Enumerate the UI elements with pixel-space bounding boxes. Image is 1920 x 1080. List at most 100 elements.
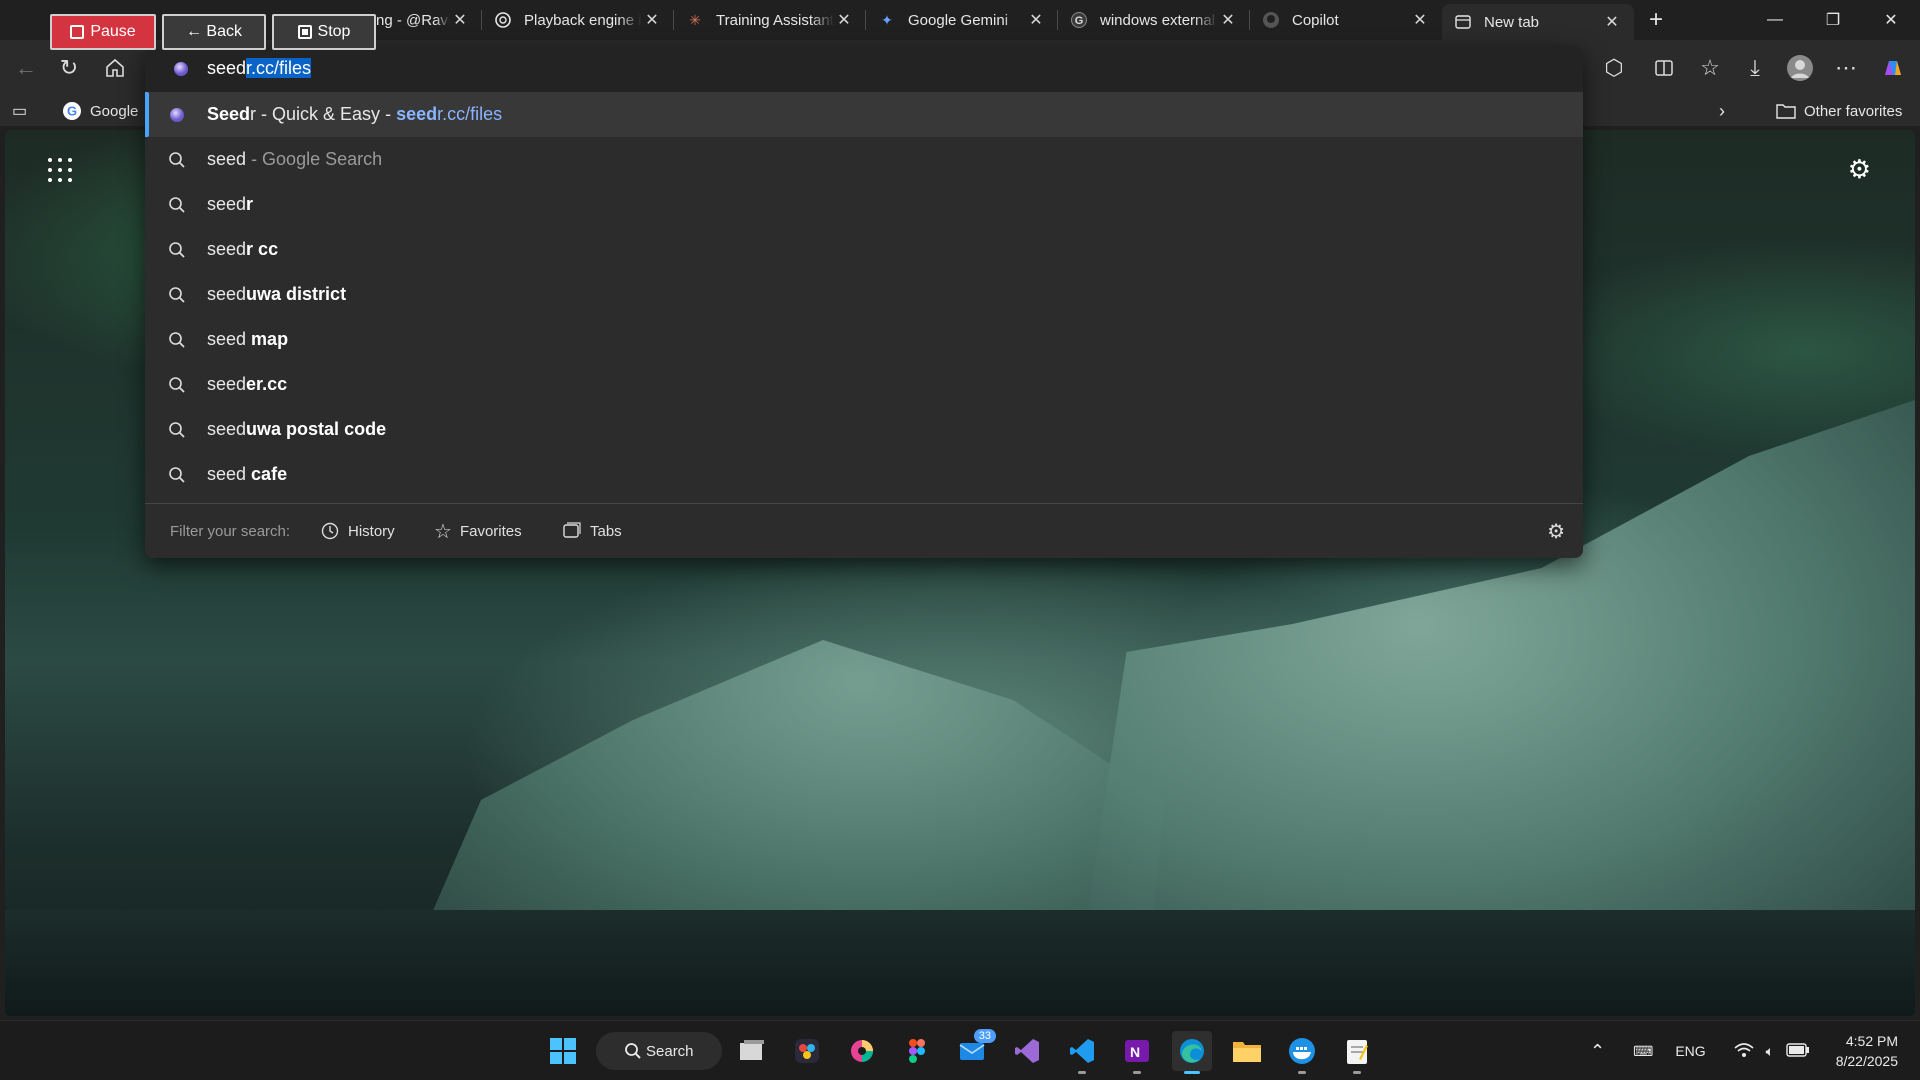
close-window-button[interactable]: ✕ bbox=[1862, 0, 1920, 40]
tab-playback-engine[interactable]: Playback engine i ✕ bbox=[482, 0, 674, 40]
minimize-button[interactable]: — bbox=[1746, 0, 1804, 40]
taskbar-vscode[interactable] bbox=[1062, 1031, 1102, 1074]
profile-button[interactable] bbox=[1784, 52, 1816, 84]
tab-windows-external[interactable]: G windows external ✕ bbox=[1058, 0, 1250, 40]
taskbar-task-view[interactable] bbox=[732, 1031, 772, 1071]
folder-icon bbox=[1776, 104, 1796, 119]
split-screen-button[interactable] bbox=[1648, 52, 1680, 84]
taskbar-mail[interactable]: 33 bbox=[952, 1029, 996, 1071]
github-icon bbox=[1262, 11, 1280, 29]
search-icon bbox=[165, 418, 189, 442]
tab-title: Playback engine i bbox=[524, 11, 642, 29]
favorite-google[interactable]: G Google bbox=[62, 101, 138, 121]
suggestion-text: Seedr - Quick & Easy - seedr.cc/files bbox=[207, 104, 503, 124]
search-settings-gear-icon[interactable]: ⚙ bbox=[1547, 519, 1565, 544]
home-button[interactable] bbox=[99, 52, 131, 84]
search-icon bbox=[165, 193, 189, 217]
tab-actions-button[interactable]: ▭ bbox=[12, 101, 27, 121]
show-hidden-icons-chevron-up-icon[interactable]: ⌃ bbox=[1590, 1041, 1605, 1062]
taskbar-visual-studio[interactable] bbox=[1007, 1031, 1047, 1071]
tab-new-tab[interactable]: New tab ✕ bbox=[1442, 4, 1634, 40]
keyboard-icon[interactable]: ⌨ bbox=[1633, 1043, 1653, 1060]
tab-google-gemini[interactable]: ✦ Google Gemini ✕ bbox=[866, 0, 1058, 40]
suggestion-search[interactable]: seedr cc bbox=[145, 227, 1583, 272]
close-icon[interactable]: ✕ bbox=[642, 10, 662, 30]
back-nav-button[interactable]: ← bbox=[10, 52, 42, 84]
wifi-icon[interactable] bbox=[1734, 1042, 1754, 1061]
newtab-icon bbox=[1454, 13, 1472, 31]
copilot-button[interactable] bbox=[1876, 52, 1908, 84]
taskbar-figma[interactable] bbox=[897, 1031, 937, 1071]
battery-icon[interactable] bbox=[1786, 1042, 1810, 1060]
more-menu-button[interactable]: ⋯ bbox=[1830, 52, 1862, 84]
stop-icon bbox=[297, 25, 312, 39]
downloads-button[interactable]: ⤓ bbox=[1739, 52, 1771, 84]
tab-copilot[interactable]: Copilot ✕ bbox=[1250, 0, 1442, 40]
taskbar-edge[interactable] bbox=[1172, 1031, 1212, 1074]
suggestion-search[interactable]: seedr bbox=[145, 182, 1583, 227]
search-icon bbox=[165, 328, 189, 352]
task-view-icon bbox=[740, 1040, 764, 1060]
tab-x-ravin[interactable]: ng - @Ravin ✕ bbox=[372, 0, 482, 40]
background-image bbox=[420, 640, 1165, 940]
address-bar-dropdown: seedr.cc/files Seedr - Quick & Easy - se… bbox=[145, 46, 1583, 558]
filter-history[interactable]: History bbox=[320, 521, 395, 541]
page-settings-gear-icon[interactable]: ⚙ bbox=[1848, 154, 1871, 185]
refresh-button[interactable]: ↻ bbox=[53, 52, 85, 84]
app-launcher-icon[interactable] bbox=[48, 158, 72, 182]
close-icon[interactable]: ✕ bbox=[450, 10, 470, 30]
back-label: ← Back bbox=[185, 23, 242, 40]
suggestion-search[interactable]: seeduwa district bbox=[145, 272, 1583, 317]
new-tab-button[interactable]: + bbox=[1634, 0, 1678, 40]
pause-button[interactable]: Pause bbox=[50, 14, 156, 50]
favorites-button[interactable]: ☆ bbox=[1694, 52, 1726, 84]
taskbar-docker[interactable] bbox=[1282, 1031, 1322, 1074]
filter-favorites[interactable]: ☆ Favorites bbox=[434, 519, 522, 544]
folder-icon bbox=[1233, 1042, 1261, 1062]
taskbar-davinci[interactable] bbox=[787, 1031, 827, 1071]
taskbar-notepad[interactable] bbox=[1337, 1031, 1377, 1074]
start-button[interactable] bbox=[543, 1031, 583, 1071]
favorites-overflow-button[interactable]: › bbox=[1719, 101, 1725, 122]
close-icon[interactable]: ✕ bbox=[1410, 10, 1430, 30]
suggestion-text: seeder.cc bbox=[207, 374, 288, 394]
suggestion-search[interactable]: seed cafe bbox=[145, 452, 1583, 497]
recorder-controls: Pause ← Back Stop bbox=[50, 14, 376, 50]
autocomplete-selection: r.cc/files bbox=[246, 58, 312, 78]
suggestion-search[interactable]: seeduwa postal code bbox=[145, 407, 1583, 452]
split-screen-icon bbox=[1655, 60, 1673, 76]
extensions-button[interactable]: ⬡ bbox=[1598, 52, 1630, 84]
search-icon bbox=[165, 283, 189, 307]
address-text[interactable]: seedr.cc/files bbox=[207, 58, 312, 79]
address-input[interactable]: seedr.cc/files bbox=[145, 46, 1583, 92]
input-language[interactable]: ENG bbox=[1675, 1043, 1705, 1059]
taskbar-color-app[interactable] bbox=[842, 1031, 882, 1071]
close-icon[interactable]: ✕ bbox=[1602, 12, 1622, 32]
suggestion-search[interactable]: seed - Google Search bbox=[145, 137, 1583, 182]
tab-training-assistant[interactable]: ✳ Training Assistant ✕ bbox=[674, 0, 866, 40]
suggestion-site[interactable]: Seedr - Quick & Easy - seedr.cc/files bbox=[145, 92, 1583, 137]
taskbar-file-explorer[interactable] bbox=[1227, 1031, 1267, 1071]
other-favorites-folder[interactable]: Other favorites bbox=[1776, 102, 1902, 120]
close-icon[interactable]: ✕ bbox=[834, 10, 854, 30]
suggestion-search[interactable]: seeder.cc bbox=[145, 362, 1583, 407]
close-icon[interactable]: ✕ bbox=[1026, 10, 1046, 30]
window-controls: — ❐ ✕ bbox=[1746, 0, 1920, 40]
tab-title: Training Assistant bbox=[716, 11, 834, 29]
tab-title: Copilot bbox=[1292, 11, 1339, 29]
taskbar-search[interactable]: Search bbox=[596, 1032, 722, 1070]
stop-button[interactable]: Stop bbox=[272, 14, 376, 50]
suggestion-text: seeduwa district bbox=[207, 284, 347, 304]
taskbar-onenote[interactable]: N bbox=[1117, 1031, 1157, 1074]
close-icon[interactable]: ✕ bbox=[1218, 10, 1238, 30]
volume-icon[interactable]: 🔈︎ bbox=[1766, 1043, 1774, 1060]
clock[interactable]: 4:52 PM 8/22/2025 bbox=[1836, 1031, 1898, 1071]
maximize-button[interactable]: ❐ bbox=[1804, 0, 1862, 40]
filter-tabs[interactable]: Tabs bbox=[562, 521, 622, 541]
back-button[interactable]: ← Back bbox=[162, 14, 266, 50]
tab-title: windows external bbox=[1100, 11, 1216, 29]
avatar bbox=[1787, 55, 1813, 81]
clock-date: 8/22/2025 bbox=[1835, 1053, 1898, 1069]
vscode-icon bbox=[1070, 1039, 1094, 1063]
suggestion-search[interactable]: seed map bbox=[145, 317, 1583, 362]
